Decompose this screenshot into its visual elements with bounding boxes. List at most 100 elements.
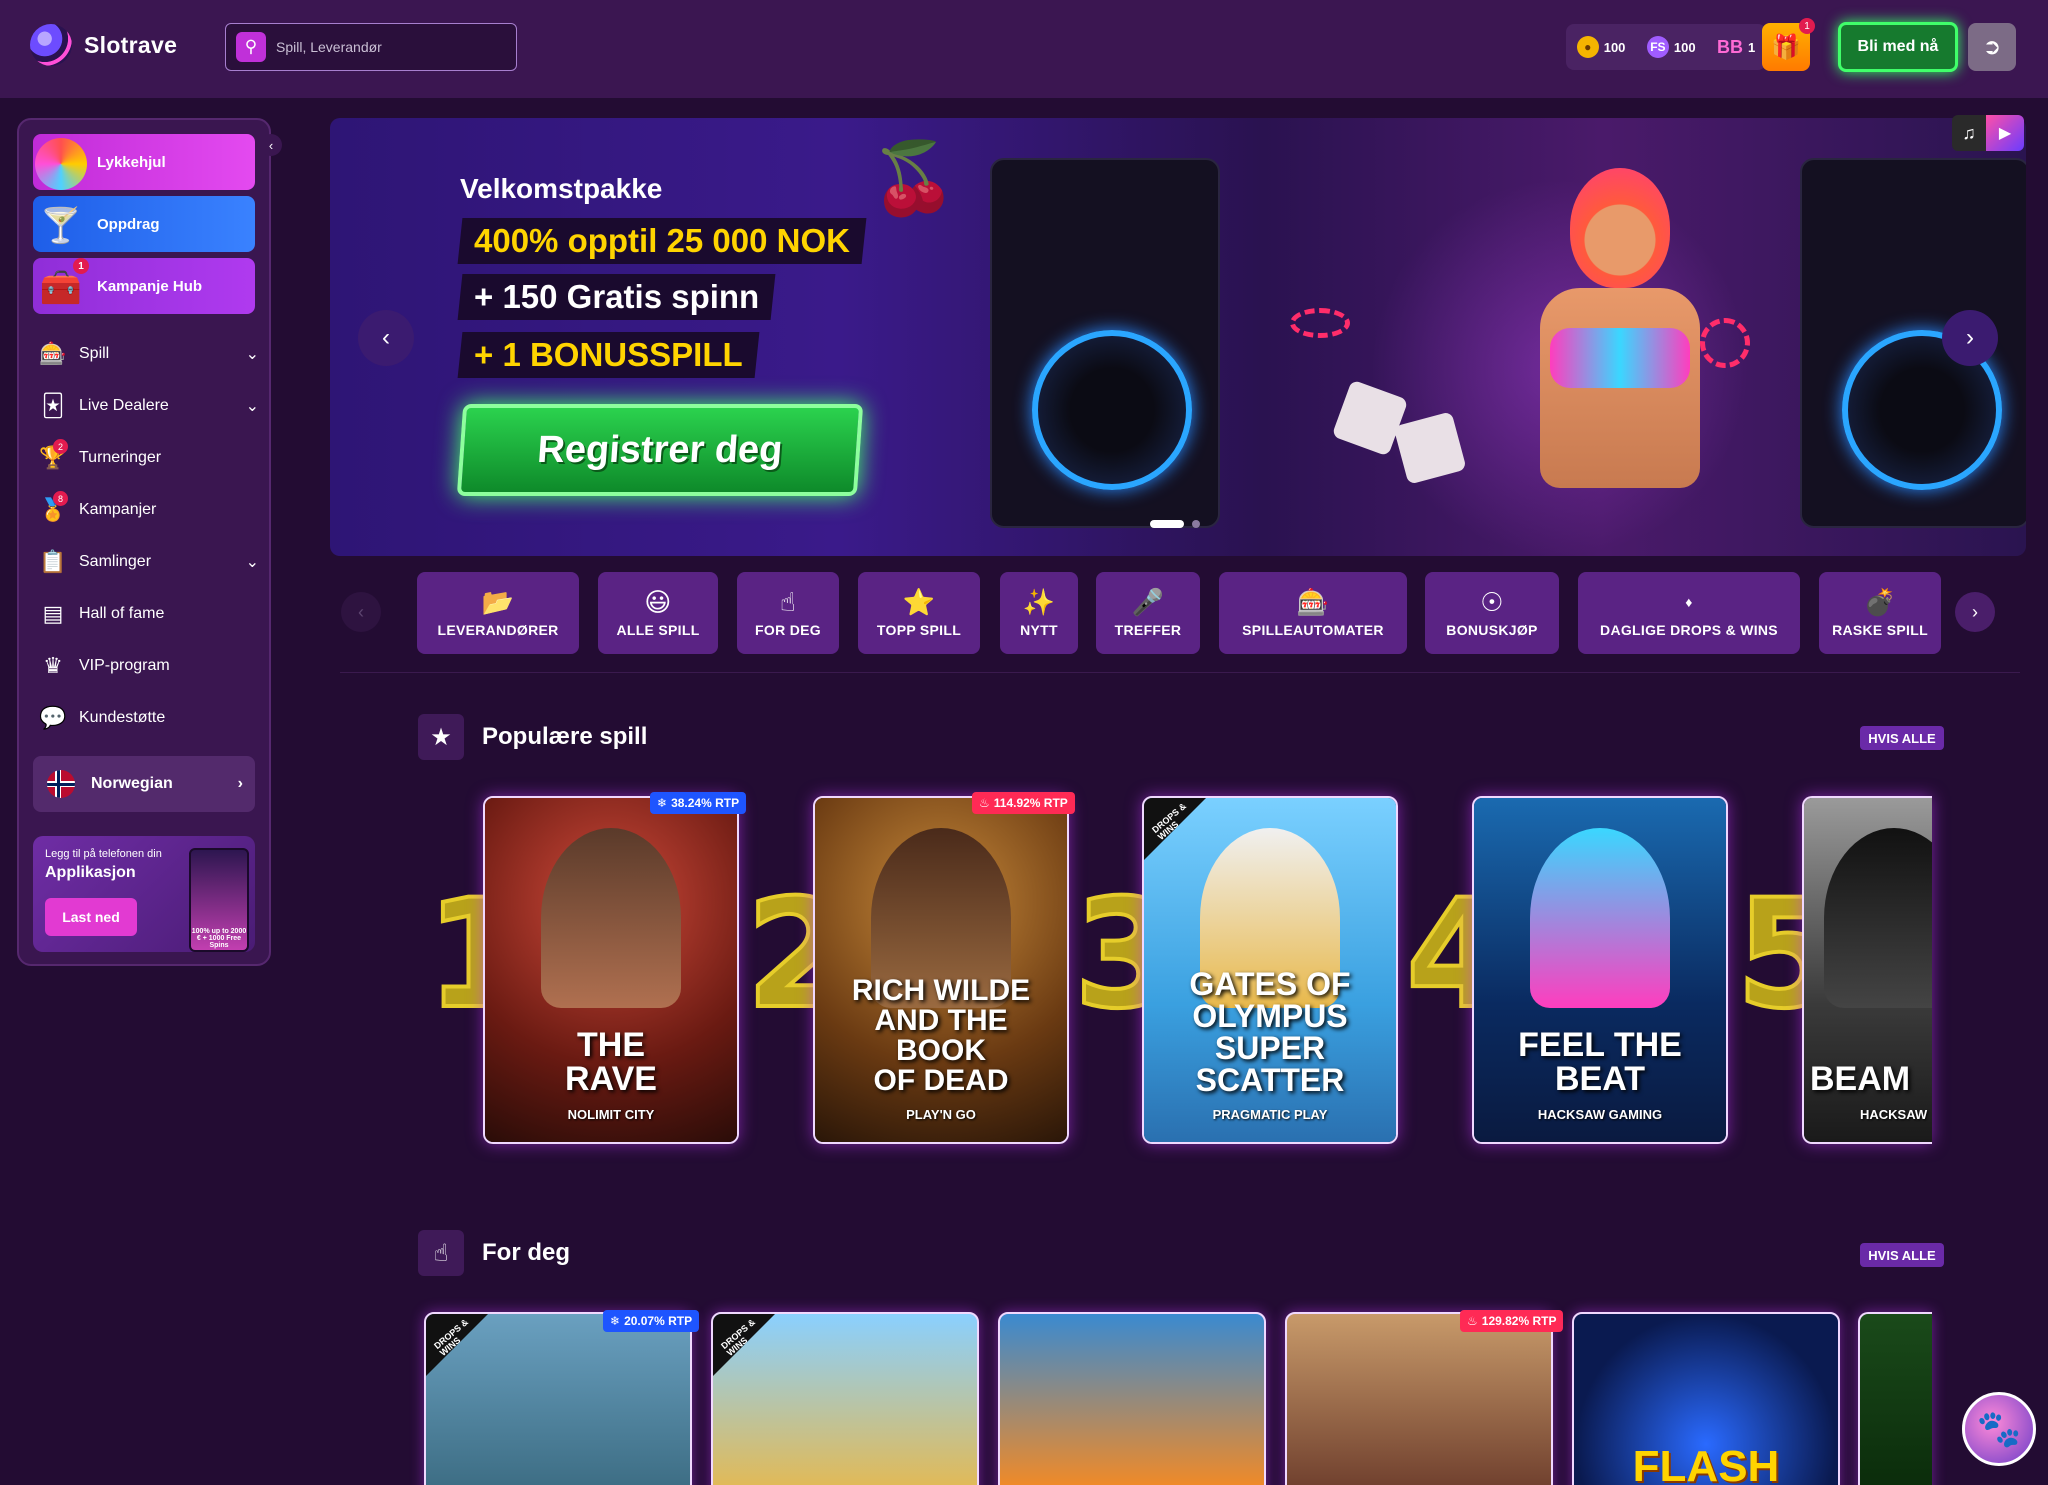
- hero-offer-line: 400% opptil 25 000 NOK: [457, 218, 867, 264]
- sidebar-item-tournaments[interactable]: 🏆 2 Turneringer: [39, 438, 259, 478]
- smiley-icon: 😃: [644, 587, 672, 617]
- popular-section-header: ★ Populære spill: [418, 714, 647, 760]
- sidebar-item-label: Kampanjer: [79, 501, 157, 518]
- game-artwork: [1530, 828, 1670, 1008]
- crown-icon: ♛: [43, 653, 63, 678]
- promo-wheel[interactable]: Lykkehjul: [33, 134, 255, 190]
- game-card[interactable]: BEAM HACKSAW: [1802, 796, 1932, 1144]
- brand-logo[interactable]: Slotrave: [30, 24, 177, 66]
- sidebar-item-vip[interactable]: ♛ VIP-program: [39, 646, 259, 686]
- category-for-you[interactable]: ☝ FOR DEG: [737, 572, 839, 654]
- game-provider: HACKSAW: [1860, 1107, 1928, 1122]
- media-controls[interactable]: ♫ ▶: [1952, 115, 2024, 151]
- category-providers[interactable]: 📂 LEVERANDØRER: [417, 572, 579, 654]
- carousel-dot[interactable]: [1192, 520, 1200, 528]
- game-card[interactable]: DROPS & WINS: [424, 1312, 692, 1485]
- search-input[interactable]: [276, 39, 496, 55]
- search-box[interactable]: ⚲: [225, 23, 517, 71]
- category-bonus-buy[interactable]: ☉ BONUSKJØP: [1425, 572, 1559, 654]
- gift-button[interactable]: 🎁 1: [1762, 18, 1815, 71]
- dollar-coin-icon: ☉: [1480, 587, 1504, 617]
- hero-next-button[interactable]: ›: [1942, 310, 1998, 366]
- app-card-title: Applikasjon: [45, 864, 136, 881]
- category-new[interactable]: ✨ NYTT: [1000, 572, 1078, 654]
- see-all-popular-link[interactable]: HVIS ALLE: [1860, 726, 1944, 750]
- hero-prev-button[interactable]: ‹: [358, 310, 414, 366]
- chevron-left-icon: ‹: [382, 324, 390, 351]
- sidebar-item-label: Samlinger: [79, 553, 152, 570]
- game-title: FEEL THE BEAT: [1518, 1026, 1682, 1098]
- download-app-button[interactable]: Last ned: [45, 898, 137, 936]
- sidebar-item-campaigns[interactable]: 🏅 8 Kampanjer: [39, 490, 259, 530]
- category-slots[interactable]: 🎰 SPILLEAUTOMATER: [1219, 572, 1407, 654]
- promo-campaign-hub[interactable]: 🧰 1 Kampanje Hub: [33, 258, 255, 314]
- snowflake-icon: ❄: [657, 796, 668, 810]
- promo-label: Lykkehjul: [97, 153, 166, 171]
- pointing-hand-icon: ☝: [779, 587, 797, 617]
- category-top-games[interactable]: ⭐ TOPP SPILL: [858, 572, 980, 654]
- sidebar-item-label: Hall of fame: [79, 605, 165, 622]
- game-card[interactable]: RICH WILDE AND THE BOOK OF DEAD PLAY'N G…: [813, 796, 1069, 1144]
- game-artwork: [541, 828, 681, 1008]
- game-card[interactable]: FEEL THE BEAT HACKSAW GAMING: [1472, 796, 1728, 1144]
- sidebar-item-collections[interactable]: 📋 Samlinger ⌄: [39, 542, 259, 582]
- wallet-balances[interactable]: ● 100 FS 100 BB 1: [1566, 24, 1766, 70]
- music-icon[interactable]: ♫: [1952, 115, 1986, 151]
- support-chat-button[interactable]: 🐾: [1962, 1392, 2036, 1466]
- game-card[interactable]: GATES OF OLYMPUS SUPER SCATTER PRAGMATIC…: [1142, 796, 1398, 1144]
- game-card[interactable]: THE RAVE NOLIMIT CITY: [483, 796, 739, 1144]
- snowflake-icon: ❄: [610, 1314, 621, 1328]
- hero-offer-line: + 1 BONUSSPILL: [457, 332, 760, 378]
- drops-wins-badge: DROPS & WINS: [426, 1314, 488, 1376]
- game-title: BEAM: [1810, 1060, 1911, 1098]
- category-label: SPILLEAUTOMATER: [1242, 622, 1384, 638]
- join-button[interactable]: Bli med nå: [1838, 22, 1958, 72]
- sidebar-item-label: Spill: [79, 345, 110, 362]
- podium-icon: ▤: [42, 601, 64, 626]
- sidebar-item-hall-of-fame[interactable]: ▤ Hall of fame: [39, 594, 259, 634]
- login-button[interactable]: ➲: [1968, 23, 2016, 71]
- game-card[interactable]: [1858, 1312, 1932, 1485]
- app-download-card: Legg til på telefonen din Applikasjon La…: [33, 836, 255, 952]
- sidebar-collapse-button[interactable]: ‹: [260, 134, 282, 156]
- bonus-buy-icon: BB: [1717, 36, 1744, 57]
- category-next-button[interactable]: ›: [1955, 592, 1995, 632]
- category-daily-drops[interactable]: ♦ DAGLIGE DROPS & WINS: [1578, 572, 1800, 654]
- sidebar-item-support[interactable]: 💬 Kundestøtte: [39, 698, 259, 738]
- drops-wins-badge: DROPS & WINS: [713, 1314, 775, 1376]
- category-prev-button[interactable]: ‹: [341, 592, 381, 632]
- support-chat-icon: 💬: [39, 705, 67, 730]
- carousel-dot-active[interactable]: [1150, 520, 1184, 528]
- nav-badge: 8: [53, 491, 68, 506]
- category-quick-games[interactable]: 💣 RASKE SPILL: [1819, 572, 1941, 654]
- sidebar-item-games[interactable]: 🎰 Spill ⌄: [39, 334, 259, 374]
- sidebar: Lykkehjul 🍸 Oppdrag 🧰 1 Kampanje Hub 🎰 S…: [17, 118, 271, 966]
- language-selector[interactable]: Norwegian ›: [33, 756, 255, 812]
- game-card[interactable]: FLASH: [1572, 1312, 1840, 1485]
- norway-flag-icon: [47, 770, 75, 798]
- category-label: ALLE SPILL: [616, 622, 700, 638]
- nav-badge: 2: [53, 439, 68, 454]
- pointing-hand-icon: ☝: [418, 1230, 464, 1276]
- promo-missions[interactable]: 🍸 Oppdrag: [33, 196, 255, 252]
- app-card-text: Legg til på telefonen din: [45, 848, 162, 860]
- game-provider: PRAGMATIC PLAY: [1212, 1107, 1328, 1122]
- brand-name: Slotrave: [84, 31, 178, 58]
- see-all-for-you-link[interactable]: HVIS ALLE: [1860, 1243, 1944, 1267]
- category-hits[interactable]: 🎤 TREFFER: [1096, 572, 1200, 654]
- promo-label: Kampanje Hub: [97, 277, 203, 295]
- sidebar-item-live-dealers[interactable]: 🃏 Live Dealere ⌄: [39, 386, 259, 426]
- game-card[interactable]: DROPS & WINS: [711, 1312, 979, 1485]
- category-all-games[interactable]: 😃 ALLE SPILL: [598, 572, 718, 654]
- chat-mascot-icon: 🐾: [1976, 1408, 2022, 1449]
- play-icon[interactable]: ▶: [1986, 115, 2024, 151]
- hero-banner[interactable]: 🍒 Velkomstpakke 400% opptil 25 000 NOK +…: [330, 118, 2026, 556]
- game-card[interactable]: [998, 1312, 1266, 1485]
- game-title: THE RAVE: [565, 1026, 657, 1098]
- register-button[interactable]: Registrer deg: [456, 404, 864, 496]
- game-provider: NOLIMIT CITY: [567, 1107, 655, 1122]
- carousel-dots[interactable]: [1150, 520, 1200, 528]
- game-card[interactable]: [1285, 1312, 1553, 1485]
- sparkle-icon: ✨: [1022, 587, 1056, 617]
- game-title: GATES OF OLYMPUS SUPER SCATTER: [1189, 966, 1351, 1098]
